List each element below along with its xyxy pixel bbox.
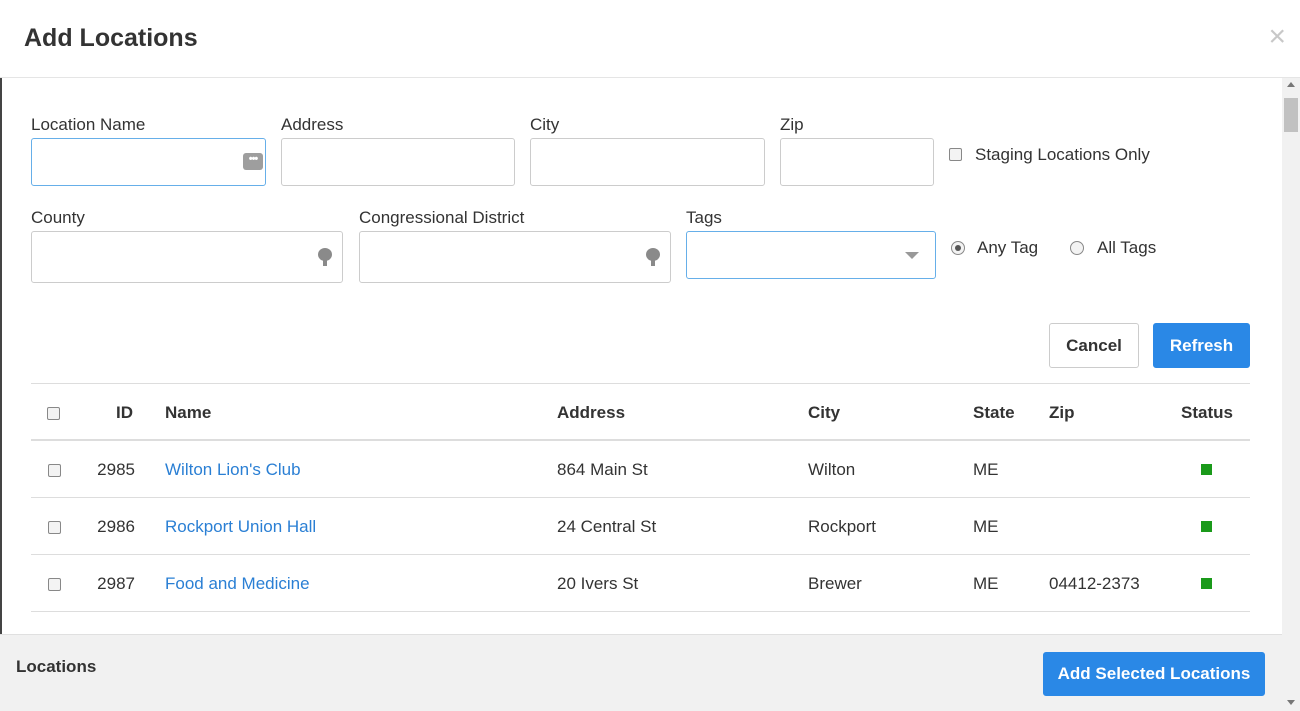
city-input[interactable] <box>530 138 765 186</box>
column-header-city[interactable]: City <box>808 403 840 423</box>
row-name-link[interactable]: Wilton Lion's Club <box>165 460 301 480</box>
row-name-link[interactable]: Rockport Union Hall <box>165 517 316 537</box>
modal-footer: Locations Add Selected Locations <box>0 634 1282 711</box>
any-tag-label: Any Tag <box>977 238 1039 257</box>
all-tags-radio[interactable] <box>1070 241 1084 255</box>
row-id: 2987 <box>97 574 135 593</box>
row-id: 2986 <box>97 517 135 536</box>
status-active-indicator <box>1201 521 1212 532</box>
table-row[interactable]: 2986 Rockport Union Hall 24 Central St R… <box>31 498 1250 555</box>
zip-input[interactable] <box>780 138 934 186</box>
scrollbar-thumb[interactable] <box>1284 98 1298 132</box>
status-active-indicator <box>1201 464 1212 475</box>
status-active-indicator <box>1201 578 1212 589</box>
row-state: ME <box>973 517 999 536</box>
modal-header: Add Locations × <box>0 0 1300 78</box>
vertical-scrollbar[interactable] <box>1282 78 1300 711</box>
row-checkbox[interactable] <box>48 578 61 591</box>
column-header-address[interactable]: Address <box>557 403 625 423</box>
city-label: City <box>530 115 560 134</box>
row-city: Wilton <box>808 460 856 479</box>
refresh-button[interactable]: Refresh <box>1153 323 1250 368</box>
column-header-id[interactable]: ID <box>116 403 133 423</box>
staging-only-label: Staging Locations Only <box>975 145 1150 164</box>
row-address: 24 Central St <box>557 517 657 536</box>
all-tags-label: All Tags <box>1097 238 1157 257</box>
chevron-down-icon <box>905 252 919 259</box>
staging-only-checkbox[interactable] <box>949 148 962 161</box>
cancel-button[interactable]: Cancel <box>1049 323 1139 368</box>
row-city: Brewer <box>808 574 862 593</box>
county-label: County <box>31 208 85 227</box>
modal-title: Add Locations <box>24 24 198 52</box>
row-zip: 04412-2373 <box>1049 574 1140 593</box>
row-city: Rockport <box>808 517 877 536</box>
scroll-up-arrow-icon[interactable] <box>1287 82 1295 87</box>
address-input[interactable] <box>281 138 515 186</box>
footer-label: Locations <box>16 657 97 676</box>
row-address: 864 Main St <box>557 460 648 479</box>
row-state: ME <box>973 460 999 479</box>
zip-label: Zip <box>780 115 804 134</box>
column-header-zip[interactable]: Zip <box>1049 403 1075 423</box>
congressional-district-label: Congressional District <box>359 208 525 227</box>
scroll-down-arrow-icon[interactable] <box>1287 700 1295 705</box>
tree-icon[interactable] <box>318 248 332 266</box>
tags-label: Tags <box>686 208 722 227</box>
address-label: Address <box>281 115 344 134</box>
county-input[interactable] <box>31 231 343 283</box>
row-state: ME <box>973 574 999 593</box>
row-checkbox[interactable] <box>48 464 61 477</box>
column-header-status[interactable]: Status <box>1181 403 1233 423</box>
row-id: 2985 <box>97 460 135 479</box>
row-checkbox[interactable] <box>48 521 61 534</box>
table-divider <box>31 383 1250 384</box>
add-selected-locations-button[interactable]: Add Selected Locations <box>1043 652 1265 696</box>
column-header-name[interactable]: Name <box>165 403 211 423</box>
any-tag-radio[interactable] <box>951 241 965 255</box>
location-name-label: Location Name <box>31 115 146 134</box>
table-row[interactable]: 2987 Food and Medicine 20 Ivers St Brewe… <box>31 555 1250 612</box>
modal-body[interactable]: Location Name ••• Address City Zip Stagi… <box>0 78 1282 634</box>
tags-select[interactable] <box>686 231 936 279</box>
tree-icon[interactable] <box>646 248 660 266</box>
column-header-state[interactable]: State <box>973 403 1015 423</box>
row-name-link[interactable]: Food and Medicine <box>165 574 310 594</box>
table-row[interactable]: 2985 Wilton Lion's Club 864 Main St Wilt… <box>31 441 1250 498</box>
more-options-icon[interactable]: ••• <box>243 153 263 170</box>
close-icon[interactable]: × <box>1268 22 1286 52</box>
row-address: 20 Ivers St <box>557 574 639 593</box>
congressional-district-input[interactable] <box>359 231 671 283</box>
location-name-input[interactable]: ••• <box>31 138 266 186</box>
select-all-checkbox[interactable] <box>47 407 60 420</box>
